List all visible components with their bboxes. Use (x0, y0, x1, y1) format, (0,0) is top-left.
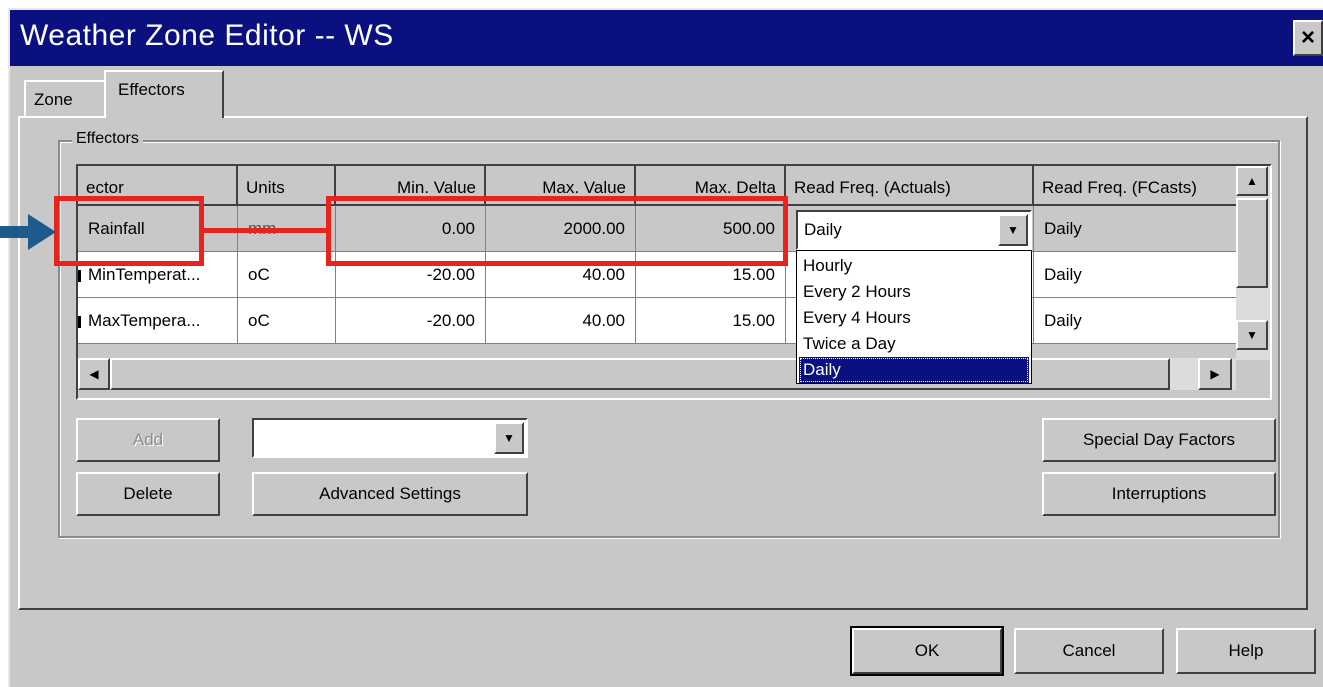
vertical-scroll-thumb[interactable] (1236, 198, 1268, 288)
advanced-settings-button[interactable]: Advanced Settings (252, 472, 528, 516)
help-button[interactable]: Help (1176, 628, 1316, 674)
scroll-left-button[interactable]: ◀ (78, 358, 110, 390)
read-freq-dropdown-list[interactable]: Hourly Every 2 Hours Every 4 Hours Twice… (796, 250, 1032, 384)
interruptions-button[interactable]: Interruptions (1042, 472, 1276, 516)
scroll-up-button[interactable]: ▲ (1236, 166, 1268, 196)
scroll-down-button[interactable]: ▼ (1236, 320, 1268, 350)
cell-min-value[interactable]: -20.00 (336, 298, 486, 344)
cell-max-value[interactable]: 40.00 (486, 298, 636, 344)
table-row[interactable]: MaxTempera... oC -20.00 40.00 15.00 Dail… (78, 298, 1238, 344)
scroll-right-icon: ▶ (1210, 367, 1220, 381)
row-marker (78, 316, 81, 328)
add-button[interactable]: Add (76, 418, 220, 462)
read-freq-actuals-combo[interactable]: Daily ▼ (796, 210, 1032, 250)
cell-units[interactable]: oC (238, 252, 336, 298)
cancel-button[interactable]: Cancel (1014, 628, 1164, 674)
dropdown-option-every-4-hours[interactable]: Every 4 Hours (799, 305, 1029, 331)
title-bar[interactable]: Weather Zone Editor -- WS × (10, 10, 1323, 66)
select-dropdown-button[interactable]: ▼ (494, 422, 524, 454)
cell-read-freq-fcasts[interactable]: Daily (1034, 206, 1238, 252)
annotation-connector-line (204, 228, 328, 233)
ok-button[interactable]: OK (850, 626, 1004, 676)
tab-zone-label: Zone (34, 90, 73, 109)
col-header-read-freq-fcasts[interactable]: Read Freq. (FCasts) (1034, 166, 1244, 206)
annotation-values-highlight (326, 196, 788, 266)
dropdown-option-twice-a-day[interactable]: Twice a Day (799, 331, 1029, 357)
tab-effectors[interactable]: Effectors (104, 70, 224, 118)
grid-horizontal-scrollbar[interactable]: ◀ ▶ (78, 358, 1236, 390)
chevron-down-icon: ▼ (1007, 223, 1019, 237)
special-day-factors-button[interactable]: Special Day Factors (1042, 418, 1276, 462)
read-freq-actuals-value: Daily (804, 220, 842, 239)
col-header-units[interactable]: Units (238, 166, 336, 206)
chevron-down-icon: ▼ (503, 431, 515, 445)
col-header-read-freq-actuals[interactable]: Read Freq. (Actuals) (786, 166, 1034, 206)
scroll-right-button[interactable]: ▶ (1198, 358, 1232, 390)
delete-button[interactable]: Delete (76, 472, 220, 516)
row-marker (78, 270, 81, 282)
scroll-down-icon: ▼ (1246, 328, 1258, 342)
cell-max-delta[interactable]: 15.00 (636, 298, 786, 344)
dropdown-option-daily[interactable]: Daily (799, 357, 1029, 383)
combo-dropdown-button[interactable]: ▼ (998, 214, 1028, 246)
cell-units[interactable]: oC (238, 298, 336, 344)
dropdown-option-every-2-hours[interactable]: Every 2 Hours (799, 279, 1029, 305)
grid-vertical-scrollbar[interactable]: ▲ ▼ (1236, 166, 1270, 360)
close-icon: × (1300, 24, 1315, 51)
close-button[interactable]: × (1293, 20, 1323, 56)
tab-zone[interactable]: Zone (24, 80, 106, 116)
annotation-arrow-icon (0, 214, 56, 250)
cell-read-freq-fcasts[interactable]: Daily (1034, 252, 1238, 298)
scroll-left-icon: ◀ (89, 367, 99, 381)
dropdown-option-hourly[interactable]: Hourly (799, 253, 1029, 279)
table-row[interactable] (78, 344, 1238, 358)
scroll-up-icon: ▲ (1246, 174, 1258, 188)
cell-effector[interactable]: MaxTempera... (78, 298, 238, 344)
annotation-effector-highlight (54, 196, 204, 266)
cell-read-freq-fcasts[interactable]: Daily (1034, 298, 1238, 344)
effector-type-select[interactable]: ▼ (252, 418, 528, 458)
window-title: Weather Zone Editor -- WS (20, 19, 394, 52)
tab-effectors-label: Effectors (118, 80, 185, 99)
effectors-group-label: Effectors (72, 130, 143, 148)
